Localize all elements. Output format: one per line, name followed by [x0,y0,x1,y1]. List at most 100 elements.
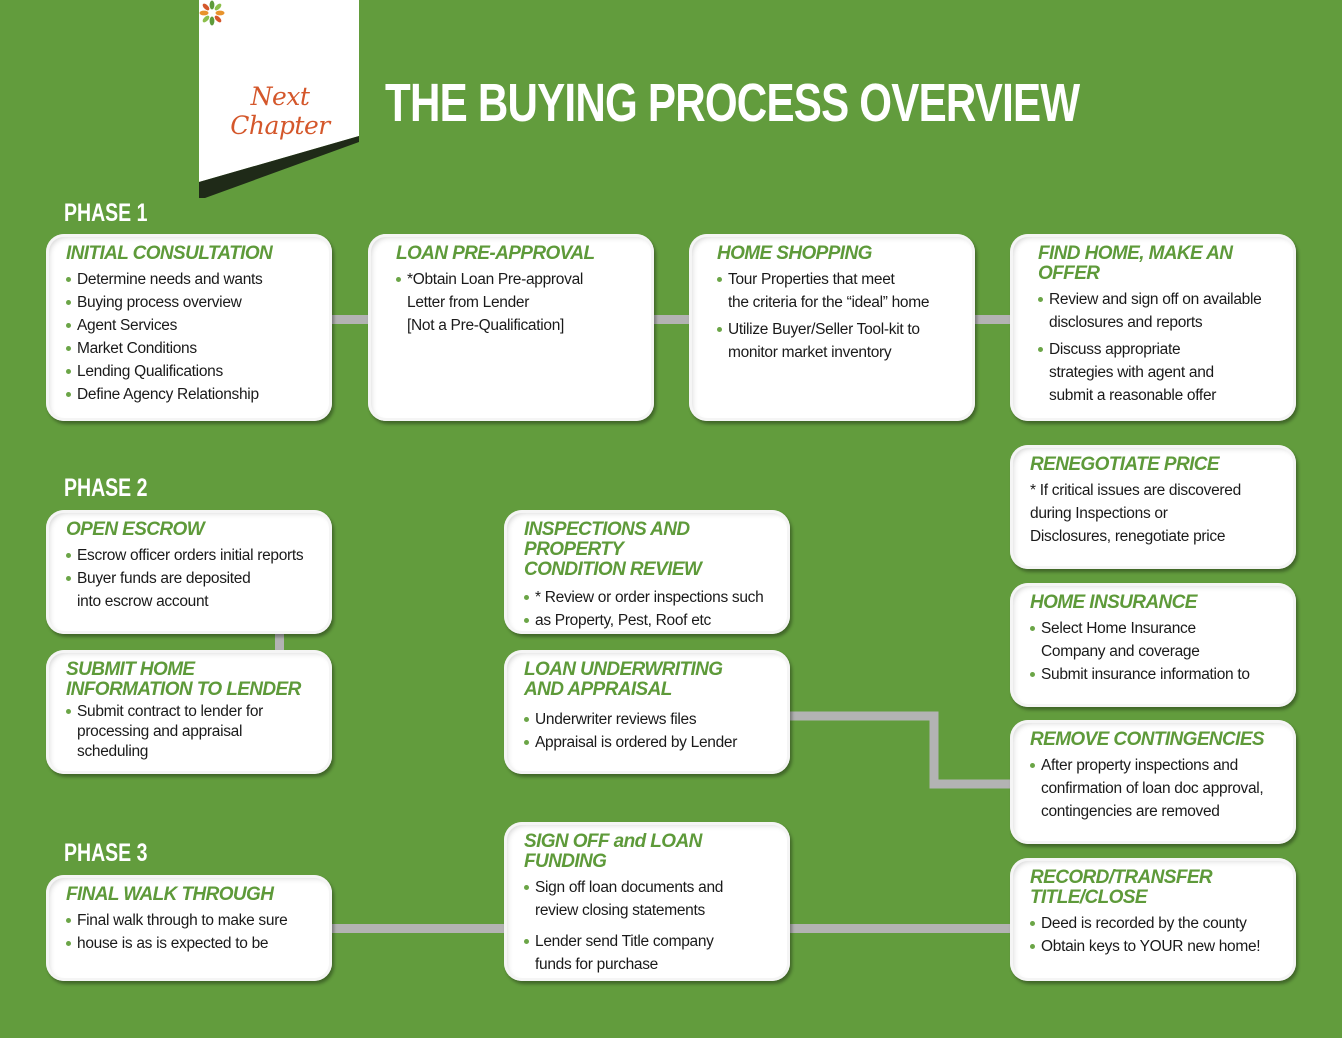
card-submit-home-info: SUBMIT HOME INFORMATION TO LENDER Submit… [46,650,332,774]
list-item: house is as is expected to be [66,932,318,955]
list-item-continued: scheduling [77,743,149,760]
card-title: FINAL WALK THROUGH [66,884,274,905]
list-item-continued: Company and coverage [1041,643,1200,660]
card-title: REMOVE CONTINGENCIES [1030,729,1265,750]
list-item: Lending Qualifications [66,360,318,383]
card-inspections: INSPECTIONS AND PROPERTY CONDITION REVIE… [504,510,790,634]
card-title: SUBMIT HOME INFORMATION TO LENDER [66,659,301,700]
bullet-icon [66,918,71,923]
list-item: Obtain keys to YOUR new home! [1030,935,1282,958]
card-title: LOAN UNDERWRITING AND APPRAISAL [524,659,723,700]
list-item: Market Conditions [66,337,318,360]
bullet-icon [66,553,71,558]
list-item: Define Agency Relationship [66,383,318,406]
bullet-icon [1030,763,1035,768]
card-record-transfer-title: RECORD/TRANSFER TITLE/CLOSE Deed is reco… [1010,858,1296,981]
bullet-icon [524,595,529,600]
list-item: Lender send Title company [524,930,776,953]
bullet-icon [524,885,529,890]
card-remove-contingencies: REMOVE CONTINGENCIES After property insp… [1010,720,1296,844]
card-title: INITIAL CONSULTATION [66,243,273,264]
card-renegotiate-price: RENEGOTIATE PRICE * If critical issues a… [1010,445,1296,569]
list-item: Buyer funds are deposited [66,567,318,590]
list-item: Submit insurance information to [1030,663,1282,686]
bullet-icon [66,346,71,351]
list-item: Buying process overview [66,291,318,314]
list-item-continued: [Not a Pre-Qualification] [407,317,565,334]
card-text: * If critical issues are discovered [1030,482,1241,499]
card-title: LOAN PRE-APPROVAL [396,243,595,264]
bullet-icon [1030,626,1035,631]
card-title: FIND HOME, MAKE AN OFFER [1038,243,1233,284]
bullet-icon [717,277,722,282]
list-item: Tour Properties that meet [717,268,961,291]
card-title: HOME SHOPPING [717,243,872,264]
list-item: Utilize Buyer/Seller Tool-kit to [717,318,961,341]
bullet-icon [1038,297,1043,302]
list-item-continued: contingencies are removed [1041,803,1220,820]
bullet-icon [524,717,529,722]
list-item-continued: disclosures and reports [1049,314,1203,331]
bullet-icon [717,327,722,332]
list-item: Agent Services [66,314,318,337]
card-text: Disclosures, renegotiate price [1030,528,1226,545]
card-title: OPEN ESCROW [66,519,205,540]
arrow-underwriting-to-contingencies [773,703,1027,797]
bullet-icon [66,709,71,714]
list-item: After property inspections and [1030,754,1282,777]
card-open-escrow: OPEN ESCROW Escrow officer orders initia… [46,510,332,634]
card-text: during Inspections or [1030,505,1168,522]
bullet-icon [1030,672,1035,677]
bullet-icon [66,323,71,328]
list-item: Escrow officer orders initial reports [66,544,318,567]
list-item: Submit contract to lender for [66,702,318,722]
card-title: INSPECTIONS AND PROPERTY CONDITION REVIE… [524,519,702,580]
list-item-continued: review closing statements [535,902,705,919]
list-item-continued: the criteria for the “ideal” home [728,294,930,311]
bullet-icon [66,576,71,581]
bullet-icon [1030,944,1035,949]
list-item: Select Home Insurance [1030,617,1282,640]
list-item-continued: strategies with agent and [1049,364,1214,381]
bullet-icon [1030,921,1035,926]
card-loan-underwriting: LOAN UNDERWRITING AND APPRAISAL Underwri… [504,650,790,774]
card-title: RENEGOTIATE PRICE [1030,454,1220,475]
card-final-walk-through: FINAL WALK THROUGH Final walk through to… [46,875,332,981]
bullet-icon [66,941,71,946]
list-item: Sign off loan documents and [524,876,776,899]
arrow-walkthrough-to-signoff [315,915,523,942]
bullet-icon [1038,347,1043,352]
list-item-continued: monitor market inventory [728,344,892,361]
bullet-icon [66,300,71,305]
card-loan-preapproval: LOAN PRE-APPROVAL *Obtain Loan Pre-appro… [368,234,654,421]
card-sign-off-loan-funding: SIGN OFF and LOAN FUNDING Sign off loan … [504,822,790,981]
list-item-continued: confirmation of loan doc approval, [1041,780,1264,797]
bullet-icon [524,740,529,745]
bullet-icon [396,277,401,282]
list-item-continued: funds for purchase [535,956,658,973]
bullet-icon [524,618,529,623]
bullet-icon [66,369,71,374]
card-title: HOME INSURANCE [1030,592,1197,613]
bullet-icon [524,939,529,944]
list-item-continued: Letter from Lender [407,294,530,311]
list-item: Review and sign off on available [1038,288,1282,311]
list-item: Underwriter reviews files [524,708,776,731]
list-item: Final walk through to make sure [66,909,318,932]
card-find-home-make-offer: FIND HOME, MAKE AN OFFER Review and sign… [1010,234,1296,421]
arrow-signoff-to-record [773,915,1027,942]
list-item-continued: submit a reasonable offer [1049,387,1217,404]
card-home-shopping: HOME SHOPPING Tour Properties that meet … [689,234,975,421]
card-title: SIGN OFF and LOAN FUNDING [524,831,702,872]
list-item: Deed is recorded by the county [1030,912,1282,935]
card-title: RECORD/TRANSFER TITLE/CLOSE [1030,867,1213,908]
card-initial-consultation: INITIAL CONSULTATION Determine needs and… [46,234,332,421]
list-item: Appraisal is ordered by Lender [524,731,776,754]
card-home-insurance: HOME INSURANCE Select Home Insurance Com… [1010,583,1296,707]
bullet-icon [66,277,71,282]
list-item: * Review or order inspections such [524,586,776,609]
list-item: Discuss appropriate [1038,338,1282,361]
list-item: Determine needs and wants [66,268,318,291]
list-item-continued: into escrow account [77,593,209,610]
bullet-icon [66,392,71,397]
